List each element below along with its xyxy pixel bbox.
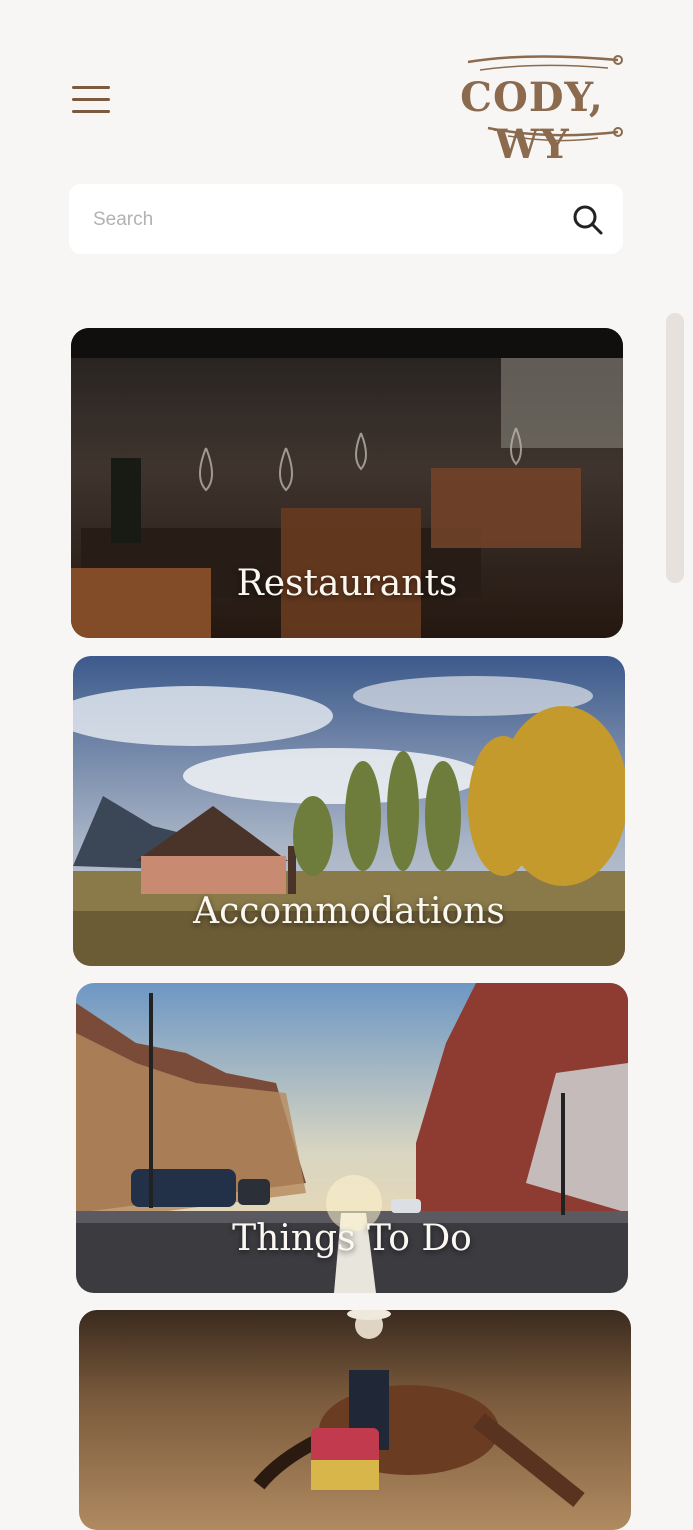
- category-card-things-to-do[interactable]: Things To Do: [76, 983, 628, 1293]
- search-bar[interactable]: [69, 184, 623, 254]
- category-label: Accommodations: [193, 891, 505, 932]
- rodeo-image: [79, 1310, 631, 1530]
- scrollbar-thumb[interactable]: [666, 313, 684, 583]
- logo[interactable]: CODY, WY: [428, 48, 636, 168]
- hamburger-menu-icon-line: [72, 86, 110, 89]
- search-icon[interactable]: [571, 203, 605, 237]
- category-label: Things To Do: [232, 1218, 472, 1259]
- category-card-restaurants[interactable]: Restaurants: [71, 328, 623, 638]
- search-input[interactable]: [91, 201, 555, 239]
- logo-text: CODY, WY: [460, 74, 604, 168]
- category-label: Restaurants: [236, 563, 458, 604]
- category-card-accommodations[interactable]: Accommodations: [73, 656, 625, 966]
- category-card-rodeo[interactable]: [79, 1310, 631, 1530]
- hamburger-menu-icon-line: [72, 110, 110, 113]
- hamburger-menu-icon-line: [72, 98, 110, 101]
- menu-button[interactable]: [72, 86, 110, 114]
